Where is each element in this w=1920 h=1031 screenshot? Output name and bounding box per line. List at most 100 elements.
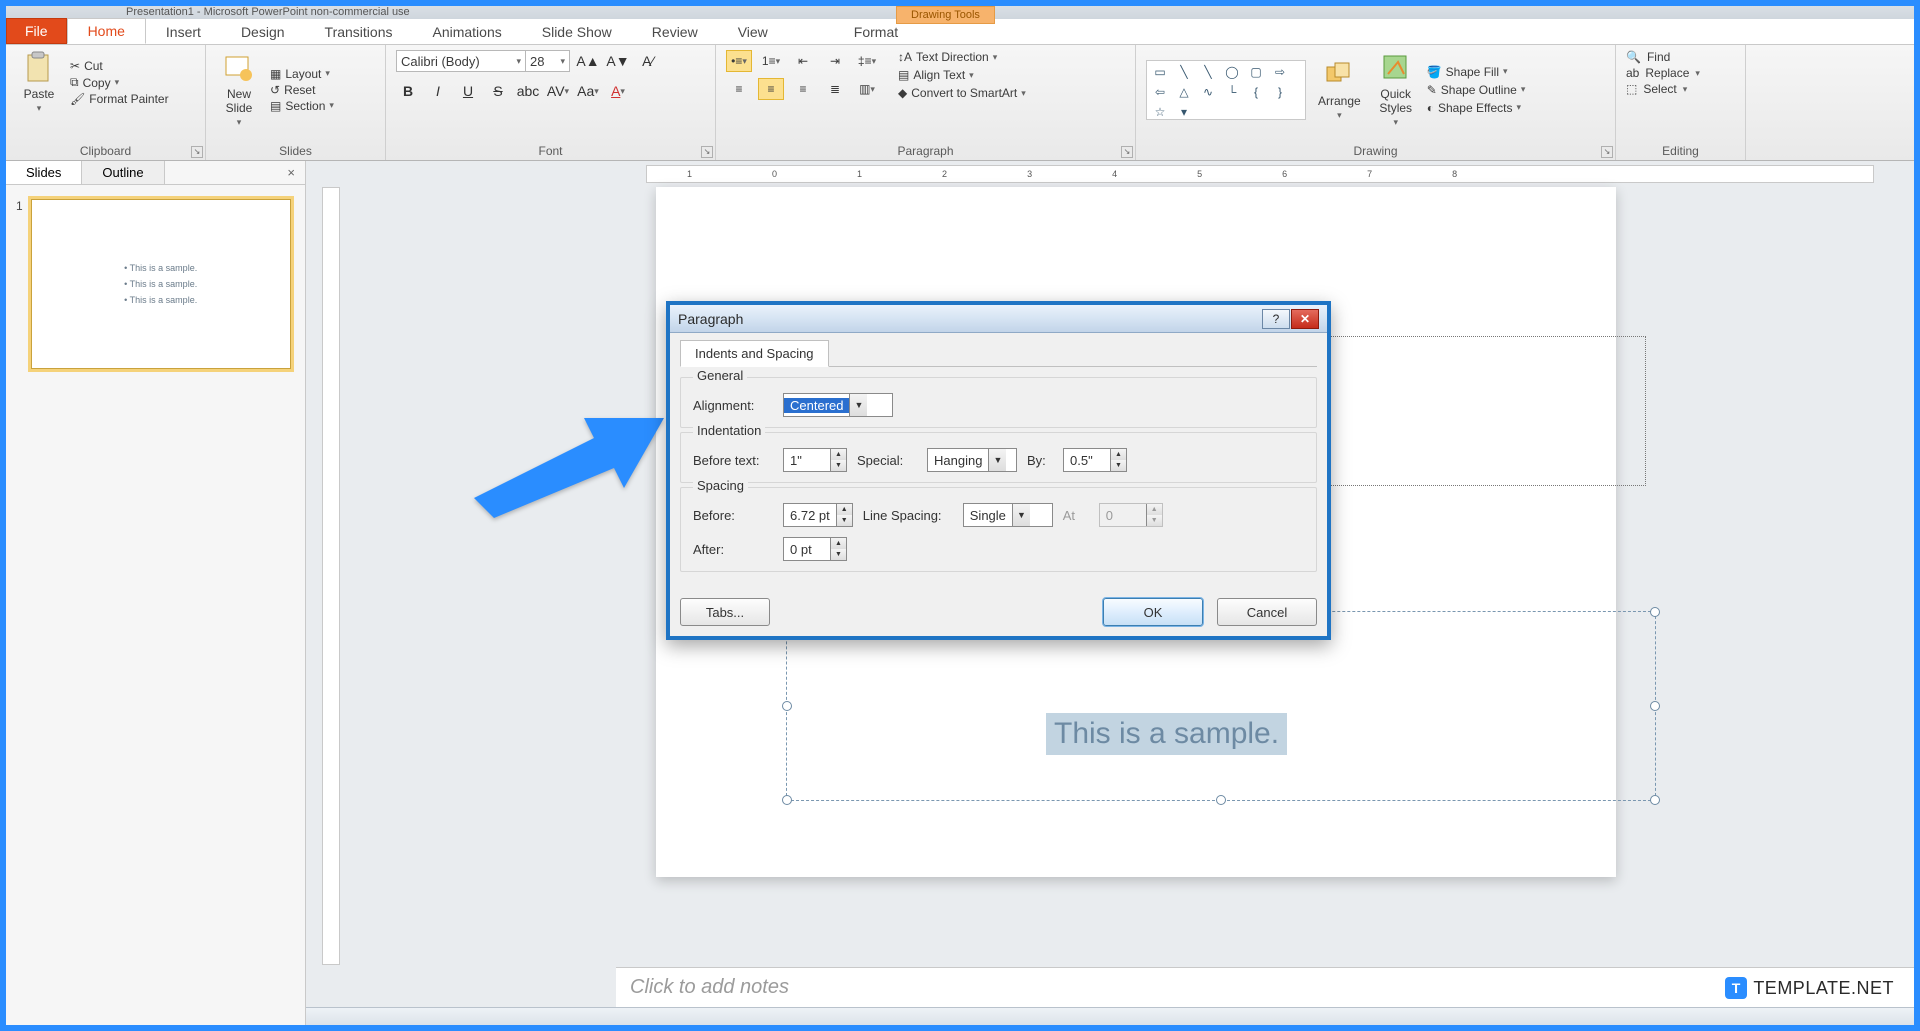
shape-more-icon: ▾: [1175, 105, 1193, 119]
horizontal-ruler: 1012345678: [646, 165, 1874, 183]
general-fieldset: General Alignment: Centered▼: [680, 377, 1317, 428]
clipboard-launcher[interactable]: ↘: [191, 146, 203, 158]
select-button[interactable]: ⬚Select▾: [1626, 81, 1735, 97]
find-button[interactable]: 🔍Find: [1626, 49, 1735, 65]
slide-thumbnail[interactable]: 1 • This is a sample. • This is a sample…: [16, 199, 295, 369]
find-icon: 🔍: [1626, 50, 1641, 64]
font-launcher[interactable]: ↘: [701, 146, 713, 158]
watermark: T TEMPLATE.NET: [1725, 977, 1894, 999]
shape-conn-icon: └: [1223, 85, 1241, 99]
before-text-spinner[interactable]: 1"▲▼: [783, 448, 847, 472]
drawing-launcher[interactable]: ↘: [1601, 146, 1613, 158]
shape-effects-button[interactable]: ◐Shape Effects▾: [1425, 100, 1528, 116]
after-spinner[interactable]: 0 pt▲▼: [783, 537, 847, 561]
italic-button[interactable]: I: [426, 79, 450, 103]
tab-animations[interactable]: Animations: [412, 20, 521, 44]
ribbon: Paste▾ ✂Cut ⧉Copy▾ 🖌Format Painter Clipb…: [6, 45, 1914, 161]
section-icon: ▤: [270, 99, 281, 113]
quick-styles-button[interactable]: Quick Styles▾: [1373, 49, 1419, 130]
char-spacing-button[interactable]: AV▾: [546, 79, 570, 103]
smartart-button[interactable]: ◆Convert to SmartArt▾: [896, 85, 1028, 101]
reset-button[interactable]: ↺Reset: [268, 82, 336, 98]
grow-font-button[interactable]: A▲: [576, 49, 600, 73]
shape-outline-button[interactable]: ✎Shape Outline▾: [1425, 82, 1528, 98]
align-text-icon: ▤: [898, 68, 909, 82]
tab-file[interactable]: File: [6, 18, 67, 44]
clear-format-button[interactable]: A⁄: [636, 49, 660, 73]
align-text-button[interactable]: ▤Align Text▾: [896, 67, 1028, 83]
copy-button[interactable]: ⧉Copy▾: [68, 74, 171, 91]
align-center-button[interactable]: ≡: [758, 78, 784, 100]
inc-indent-button[interactable]: ⇥: [822, 50, 848, 72]
spacing-fieldset: Spacing Before: 6.72 pt▲▼ Line Spacing: …: [680, 487, 1317, 572]
vertical-ruler: [322, 187, 340, 965]
replace-icon: ab: [1626, 66, 1639, 80]
copy-icon: ⧉: [70, 75, 79, 90]
arrange-button[interactable]: Arrange▾: [1312, 56, 1367, 123]
line-spacing-label: Line Spacing:: [863, 508, 953, 523]
font-color-button[interactable]: A▾: [606, 79, 630, 103]
underline-button[interactable]: U: [456, 79, 480, 103]
group-drawing: ▭╲╲◯▢⇨⇦ △∿└{}☆▾ Arrange▾ Quick Styles▾ 🪣…: [1136, 45, 1616, 160]
line-spacing-combo[interactable]: Single▼: [963, 503, 1053, 527]
shadow-button[interactable]: abc: [516, 79, 540, 103]
panel-tab-slides[interactable]: Slides: [6, 161, 82, 184]
help-button[interactable]: ?: [1262, 309, 1290, 329]
layout-button[interactable]: ▦Layout▾: [268, 66, 336, 82]
justify-button[interactable]: ≣: [822, 78, 848, 100]
shape-curve-icon: ∿: [1199, 85, 1217, 99]
tab-design[interactable]: Design: [221, 20, 305, 44]
alignment-combo[interactable]: Centered▼: [783, 393, 893, 417]
tab-slideshow[interactable]: Slide Show: [522, 20, 632, 44]
dec-indent-button[interactable]: ⇤: [790, 50, 816, 72]
shrink-font-button[interactable]: A▼: [606, 49, 630, 73]
ok-button[interactable]: OK: [1103, 598, 1203, 626]
shape-fill-button[interactable]: 🪣Shape Fill▾: [1425, 64, 1528, 80]
cut-button[interactable]: ✂Cut: [68, 58, 171, 74]
by-label: By:: [1027, 453, 1053, 468]
align-left-button[interactable]: ≡: [726, 78, 752, 100]
paragraph-launcher[interactable]: ↘: [1121, 146, 1133, 158]
line-spacing-button[interactable]: ‡≡▾: [854, 50, 880, 72]
tab-view[interactable]: View: [718, 20, 788, 44]
sample-text: This is a sample.: [1046, 713, 1287, 755]
before-spinner[interactable]: 6.72 pt▲▼: [783, 503, 853, 527]
special-combo[interactable]: Hanging▼: [927, 448, 1017, 472]
panel-close-icon[interactable]: ×: [277, 161, 305, 184]
before-label: Before:: [693, 508, 773, 523]
cancel-button[interactable]: Cancel: [1217, 598, 1317, 626]
bold-button[interactable]: B: [396, 79, 420, 103]
columns-button[interactable]: ▥▾: [854, 78, 880, 100]
section-button[interactable]: ▤Section▾: [268, 98, 336, 114]
paste-button[interactable]: Paste▾: [16, 49, 62, 116]
numbering-button[interactable]: 1≡▾: [758, 50, 784, 72]
dialog-title: Paragraph: [678, 311, 743, 327]
font-name-combo[interactable]: Calibri (Body)▾: [396, 50, 526, 72]
by-spinner[interactable]: 0.5"▲▼: [1063, 448, 1127, 472]
tab-home[interactable]: Home: [67, 18, 146, 44]
tab-review[interactable]: Review: [632, 20, 718, 44]
replace-button[interactable]: abReplace▾: [1626, 65, 1735, 81]
new-slide-button[interactable]: New Slide▾: [216, 49, 262, 130]
tabs-button[interactable]: Tabs...: [680, 598, 770, 626]
close-button[interactable]: ✕: [1291, 309, 1319, 329]
format-painter-button[interactable]: 🖌Format Painter: [68, 91, 171, 107]
text-direction-icon: ↕A: [898, 50, 912, 64]
indentation-fieldset: Indentation Before text: 1"▲▼ Special: H…: [680, 432, 1317, 483]
shapes-gallery[interactable]: ▭╲╲◯▢⇨⇦ △∿└{}☆▾: [1146, 60, 1306, 120]
tab-insert[interactable]: Insert: [146, 20, 221, 44]
group-slides: New Slide▾ ▦Layout▾ ↺Reset ▤Section▾ Sli…: [206, 45, 386, 160]
panel-tab-outline[interactable]: Outline: [82, 161, 164, 184]
strike-button[interactable]: S: [486, 79, 510, 103]
notes-pane[interactable]: Click to add notes: [616, 967, 1914, 1007]
align-right-button[interactable]: ≡: [790, 78, 816, 100]
at-label: At: [1063, 508, 1089, 523]
text-direction-button[interactable]: ↕AText Direction▾: [896, 49, 1028, 65]
font-size-combo[interactable]: 28▾: [526, 50, 570, 72]
dialog-tab-indents[interactable]: Indents and Spacing: [680, 340, 829, 367]
shape-brace2-icon: }: [1271, 85, 1289, 99]
dialog-titlebar[interactable]: Paragraph ? ✕: [670, 305, 1327, 333]
change-case-button[interactable]: Aa▾: [576, 79, 600, 103]
tab-transitions[interactable]: Transitions: [305, 20, 413, 44]
bullets-button[interactable]: •≡▾: [726, 50, 752, 72]
